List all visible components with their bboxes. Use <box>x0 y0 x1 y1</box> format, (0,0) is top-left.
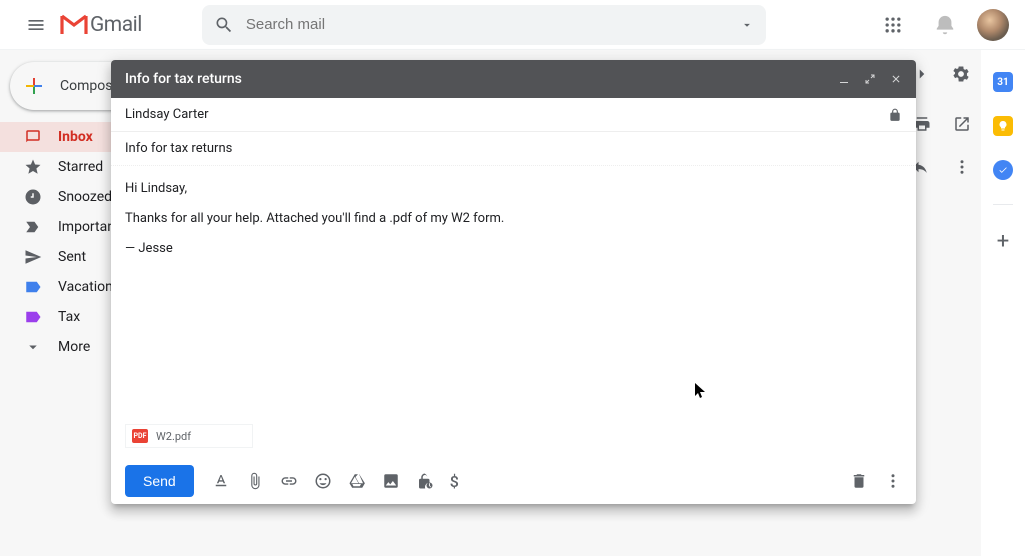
bell-icon <box>934 14 956 36</box>
send-button[interactable]: Send <box>125 465 194 497</box>
calendar-addon[interactable]: 31 <box>993 72 1013 92</box>
tasks-icon <box>998 165 1008 175</box>
account-avatar[interactable] <box>977 9 1009 41</box>
compose-dialog: Info for tax returns Lindsay Carter Info… <box>111 60 916 504</box>
close-button[interactable] <box>890 73 902 85</box>
insert-emoji-button[interactable] <box>314 472 332 490</box>
attachment-name: W2.pdf <box>156 430 191 443</box>
apps-grid-icon <box>883 15 903 35</box>
get-addons-button[interactable]: + <box>997 229 1009 254</box>
body-signature: — Jesse <box>125 238 902 260</box>
tasks-addon[interactable] <box>993 160 1013 180</box>
text-format-icon <box>212 472 230 490</box>
notifications-button[interactable] <box>925 5 965 45</box>
compose-toolbar: Send $ <box>111 458 916 504</box>
gmail-m-icon <box>60 14 88 36</box>
recipients-field[interactable]: Lindsay Carter <box>111 98 916 132</box>
close-icon <box>890 73 902 85</box>
image-icon <box>382 472 400 490</box>
minimize-icon <box>838 73 850 85</box>
search-icon <box>214 15 234 35</box>
gmail-logo-text: Gmail <box>90 13 142 37</box>
insert-photo-button[interactable] <box>382 472 400 490</box>
drive-icon <box>348 472 366 490</box>
dialog-header[interactable]: Info for tax returns <box>111 60 916 98</box>
side-divider <box>993 204 1013 205</box>
lock-icon <box>888 108 902 122</box>
caret-down-icon <box>740 18 754 32</box>
google-apps-button[interactable] <box>873 5 913 45</box>
confidential-mode-toggle[interactable] <box>888 108 902 122</box>
main-menu-button[interactable] <box>16 5 56 45</box>
popout-button[interactable] <box>864 73 876 85</box>
body-line: Hi Lindsay, <box>125 178 902 200</box>
lock-clock-icon <box>416 472 434 490</box>
cursor-icon <box>695 383 707 399</box>
link-icon <box>280 472 298 490</box>
subject-text: Info for tax returns <box>125 141 232 156</box>
hamburger-icon <box>26 15 46 35</box>
search-input[interactable] <box>246 16 740 33</box>
more-vert-icon <box>884 472 902 490</box>
calendar-day-label: 31 <box>997 77 1008 88</box>
attach-file-button[interactable] <box>246 472 264 490</box>
more-options-button[interactable] <box>884 472 902 490</box>
formatting-button[interactable] <box>212 472 230 490</box>
confidential-button[interactable] <box>416 472 434 490</box>
keep-addon[interactable] <box>993 116 1013 136</box>
recipient-chip: Lindsay Carter <box>125 107 209 122</box>
dialog-header-actions <box>838 73 902 85</box>
gmail-logo[interactable]: Gmail <box>60 13 142 37</box>
subject-field[interactable]: Info for tax returns <box>111 132 916 166</box>
message-body[interactable]: Hi Lindsay, Thanks for all your help. At… <box>111 166 916 420</box>
mouse-cursor <box>695 383 707 399</box>
trash-icon <box>850 472 868 490</box>
search-bar[interactable] <box>202 5 766 45</box>
insert-money-button[interactable]: $ <box>450 472 459 491</box>
pdf-badge: PDF <box>132 429 148 443</box>
dialog-title: Info for tax returns <box>125 71 242 87</box>
search-options-button[interactable] <box>740 18 754 32</box>
app-header: Gmail <box>0 0 1025 50</box>
keep-icon <box>997 120 1009 132</box>
attachment-chip[interactable]: PDF W2.pdf <box>125 424 253 448</box>
side-panel: 31 + <box>981 50 1025 254</box>
minimize-button[interactable] <box>838 73 850 85</box>
header-actions <box>873 5 1009 45</box>
attachment-icon <box>246 472 264 490</box>
emoji-icon <box>314 472 332 490</box>
toolbar-right <box>850 472 902 490</box>
insert-drive-button[interactable] <box>348 472 366 490</box>
expand-icon <box>864 73 876 85</box>
formatting-tools: $ <box>212 472 459 491</box>
discard-draft-button[interactable] <box>850 472 868 490</box>
body-line: Thanks for all your help. Attached you'l… <box>125 208 902 230</box>
insert-link-button[interactable] <box>280 472 298 490</box>
